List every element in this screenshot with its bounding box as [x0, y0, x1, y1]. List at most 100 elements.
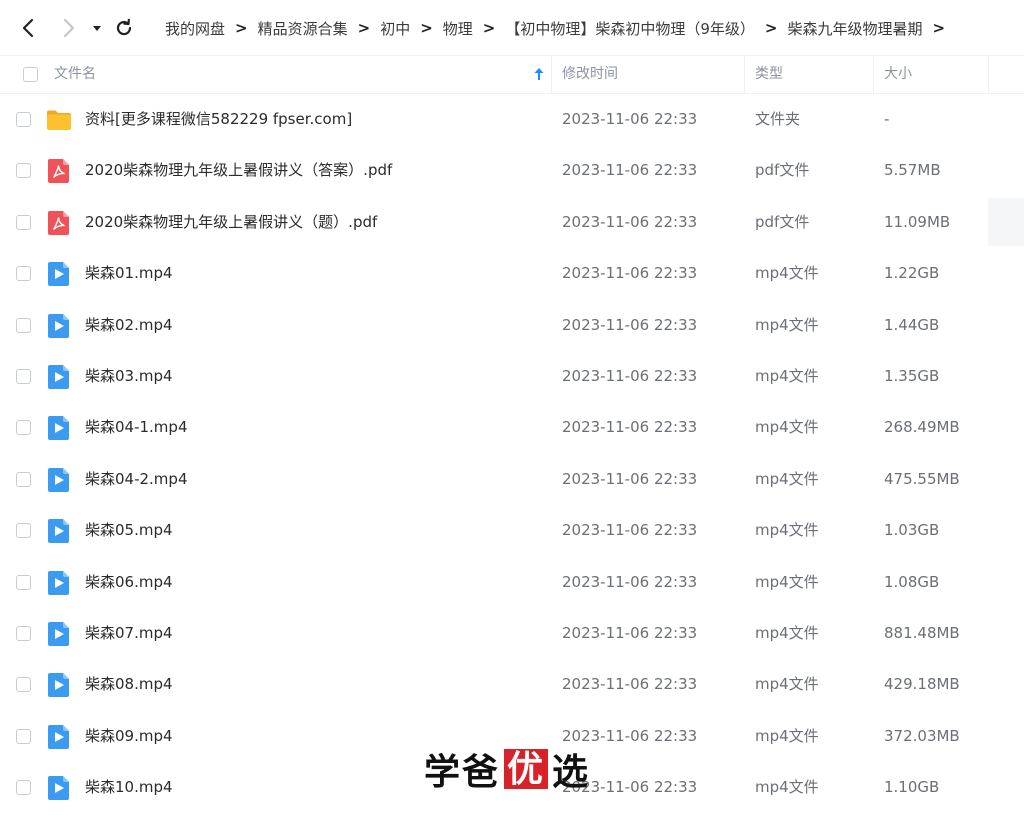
file-name[interactable]: 柴森03.mp4: [85, 351, 173, 402]
file-type: mp4文件: [755, 521, 819, 540]
file-name[interactable]: 柴森04-1.mp4: [85, 402, 188, 453]
file-name[interactable]: 柴森07.mp4: [85, 608, 173, 659]
file-name[interactable]: 2020柴森物理九年级上暑假讲义（题）.pdf: [85, 197, 377, 248]
file-name[interactable]: 柴森04-2.mp4: [85, 454, 188, 505]
watermark-highlight: 优: [504, 749, 549, 789]
breadcrumb-separator: >: [357, 19, 371, 37]
file-name[interactable]: 柴森05.mp4: [85, 505, 173, 556]
file-row[interactable]: 柴森02.mp4 2023-11-06 22:33 mp4文件 1.44GB: [0, 300, 1024, 351]
file-name[interactable]: 柴森02.mp4: [85, 300, 173, 351]
file-name[interactable]: 资料[更多课程微信582229 fpser.com]: [85, 94, 352, 145]
video-file-icon: [46, 364, 72, 390]
file-type: mp4文件: [755, 418, 819, 437]
row-checkbox[interactable]: [16, 625, 31, 641]
folder-icon: [46, 107, 72, 133]
file-size: -: [884, 110, 890, 128]
file-row[interactable]: 柴森06.mp4 2023-11-06 22:33 mp4文件 1.08GB: [0, 557, 1024, 608]
file-list-header: 文件名 修改时间 类型 大小: [0, 56, 1024, 94]
video-file-icon: [46, 261, 72, 287]
caret-down-icon: [93, 26, 101, 31]
column-header-time[interactable]: 修改时间: [562, 56, 618, 93]
file-row[interactable]: 柴森01.mp4 2023-11-06 22:33 mp4文件 1.22GB: [0, 248, 1024, 299]
file-name[interactable]: 柴森08.mp4: [85, 659, 173, 710]
row-checkbox[interactable]: [16, 163, 31, 179]
row-checkbox[interactable]: [16, 523, 31, 539]
row-checkbox[interactable]: [16, 368, 31, 384]
breadcrumb-item[interactable]: 物理: [435, 18, 481, 39]
file-modified-time: 2023-11-06 22:33: [562, 675, 698, 694]
video-file-icon: [46, 724, 72, 750]
row-checkbox[interactable]: [16, 214, 31, 230]
file-row[interactable]: 资料[更多课程微信582229 fpser.com] 2023-11-06 22:…: [0, 94, 1024, 145]
file-type: pdf文件: [755, 212, 810, 231]
file-name[interactable]: 柴森10.mp4: [85, 762, 173, 813]
breadcrumb-item[interactable]: 我的网盘: [155, 18, 233, 39]
watermark-text: 学爸: [424, 751, 501, 793]
file-type: 文件夹: [755, 110, 801, 128]
column-header-name[interactable]: 文件名: [54, 56, 96, 93]
file-size: 268.49MB: [884, 418, 960, 437]
top-navigation-bar: 我的网盘 > 精品资源合集 > 初中 > 物理 > 【初中物理】柴森初中物理（9年级） > 柴森九年…: [0, 0, 1024, 56]
select-all-checkbox[interactable]: [23, 67, 38, 82]
breadcrumb-item[interactable]: 初中: [372, 18, 418, 39]
row-checkbox[interactable]: [16, 420, 31, 436]
file-row[interactable]: 柴森04-1.mp4 2023-11-06 22:33 mp4文件 268.49MB: [0, 402, 1024, 453]
file-type: mp4文件: [755, 264, 819, 283]
column-divider[interactable]: [988, 56, 989, 93]
file-row[interactable]: 柴森07.mp4 2023-11-06 22:33 mp4文件 881.48MB: [0, 608, 1024, 659]
file-size: 429.18MB: [884, 675, 960, 694]
file-name[interactable]: 柴森09.mp4: [85, 711, 173, 762]
refresh-button[interactable]: [113, 17, 135, 39]
file-size: 1.44GB: [884, 315, 940, 334]
video-file-icon: [46, 672, 72, 698]
breadcrumb-item[interactable]: 精品资源合集: [250, 18, 356, 39]
pdf-file-icon: [46, 210, 72, 236]
row-checkbox[interactable]: [16, 317, 31, 333]
file-name[interactable]: 2020柴森物理九年级上暑假讲义（答案）.pdf: [85, 145, 392, 196]
file-size: 1.08GB: [884, 572, 940, 591]
row-checkbox[interactable]: [16, 574, 31, 590]
file-size: 881.48MB: [884, 623, 960, 642]
watermark: 学爸 优 选: [424, 748, 590, 793]
breadcrumb: 我的网盘 > 精品资源合集 > 初中 > 物理 > 【初中物理】柴森初中物理（9年级） > 柴森九年…: [155, 0, 964, 56]
pdf-file-icon: [46, 158, 72, 184]
row-checkbox[interactable]: [16, 471, 31, 487]
file-name[interactable]: 柴森06.mp4: [85, 557, 173, 608]
history-dropdown-button[interactable]: [89, 17, 111, 39]
breadcrumb-item[interactable]: 柴森九年级物理暑期: [780, 18, 931, 39]
forward-button[interactable]: [57, 17, 79, 39]
breadcrumb-separator: >: [235, 19, 248, 37]
breadcrumb-item[interactable]: 【初中物理】柴森初中物理（9年级）: [497, 18, 763, 39]
file-row[interactable]: 柴森03.mp4 2023-11-06 22:33 mp4文件 1.35GB: [0, 351, 1024, 402]
column-header-type[interactable]: 类型: [755, 56, 783, 93]
column-divider[interactable]: [744, 56, 745, 93]
file-row[interactable]: 2020柴森物理九年级上暑假讲义（答案）.pdf 2023-11-06 22:33…: [0, 145, 1024, 196]
row-checkbox[interactable]: [16, 112, 31, 127]
column-divider[interactable]: [873, 56, 874, 93]
file-modified-time: 2023-11-06 22:33: [562, 418, 698, 437]
file-row[interactable]: 柴森08.mp4 2023-11-06 22:33 mp4文件 429.18MB: [0, 659, 1024, 710]
column-header-size[interactable]: 大小: [884, 56, 912, 93]
file-name[interactable]: 柴森01.mp4: [85, 248, 173, 299]
video-file-icon: [46, 621, 72, 647]
row-checkbox[interactable]: [16, 780, 31, 796]
file-size: 1.22GB: [884, 264, 940, 283]
sort-ascending-icon[interactable]: [533, 67, 545, 81]
file-type: mp4文件: [755, 366, 819, 385]
file-row[interactable]: 柴森04-2.mp4 2023-11-06 22:33 mp4文件 475.55MB: [0, 454, 1024, 505]
video-file-icon: [46, 467, 72, 493]
file-type: mp4文件: [755, 469, 819, 488]
row-checkbox[interactable]: [16, 677, 31, 693]
file-row[interactable]: 2020柴森物理九年级上暑假讲义（题）.pdf 2023-11-06 22:33 p…: [0, 197, 1024, 248]
file-type: mp4文件: [755, 778, 819, 797]
file-row[interactable]: 柴森05.mp4 2023-11-06 22:33 mp4文件 1.03GB: [0, 505, 1024, 556]
file-list: 资料[更多课程微信582229 fpser.com] 2023-11-06 22:…: [0, 94, 1024, 813]
file-size: 11.09MB: [884, 212, 951, 231]
row-checkbox[interactable]: [16, 728, 31, 744]
back-button[interactable]: [18, 17, 40, 39]
column-divider[interactable]: [551, 56, 552, 93]
file-modified-time: 2023-11-06 22:33: [562, 161, 698, 180]
video-file-icon: [46, 313, 72, 339]
row-checkbox[interactable]: [16, 266, 31, 282]
video-file-icon: [46, 775, 72, 801]
